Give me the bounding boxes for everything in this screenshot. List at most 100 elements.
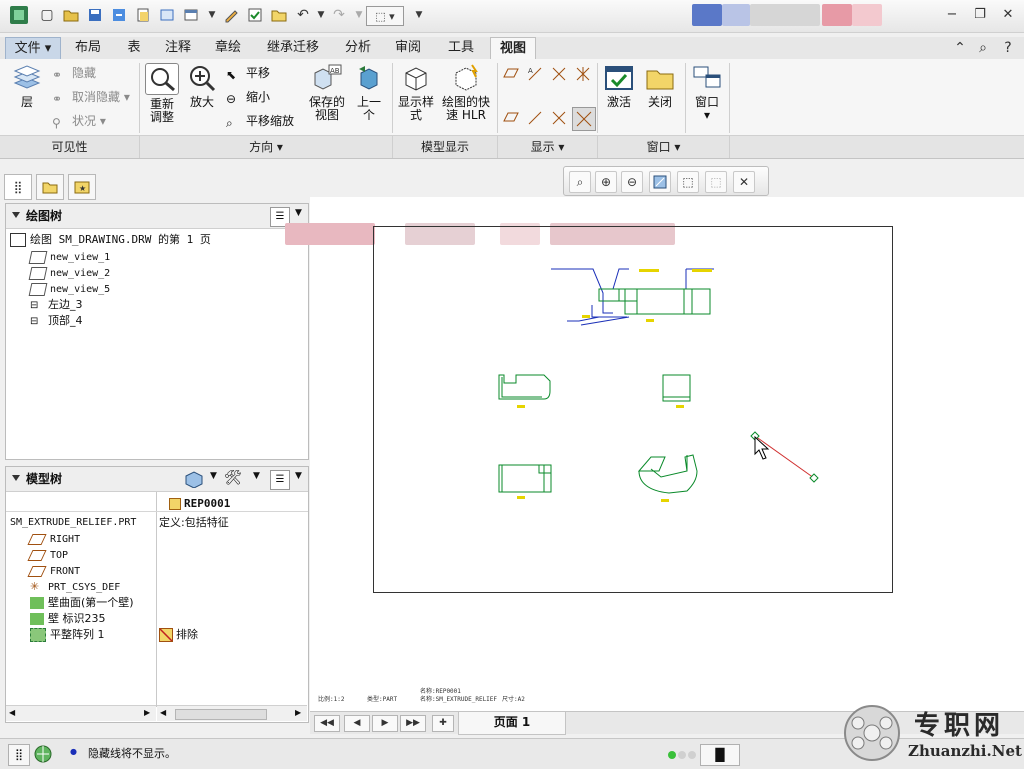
saved-views-icon[interactable]: ⬚ <box>705 171 727 193</box>
horizontal-scrollbar[interactable]: ◀ ▶ <box>157 705 307 721</box>
model-tree-item[interactable]: RIGHT <box>27 531 80 546</box>
tree-item-view[interactable]: new_view_1 <box>28 249 110 264</box>
tab-table[interactable]: 表 <box>114 37 154 59</box>
window-icon[interactable] <box>182 6 200 24</box>
model-tree-item[interactable]: 壁 标识235 <box>30 611 106 626</box>
clipboard-icon[interactable] <box>134 6 152 24</box>
horizontal-scrollbar[interactable]: ◀ ▶ <box>6 705 156 721</box>
regen-icon[interactable] <box>110 6 128 24</box>
save-icon[interactable] <box>86 6 104 24</box>
scroll-left-icon[interactable]: ◀ <box>9 708 15 717</box>
close-button[interactable]: ✕ <box>1000 7 1016 23</box>
model-tree-item[interactable]: TOP <box>27 547 68 562</box>
repaint-icon[interactable] <box>649 171 671 193</box>
switch-icon[interactable] <box>158 6 176 24</box>
check-icon[interactable] <box>246 6 264 24</box>
group-show-label[interactable]: 显示 ▾ <box>498 136 597 158</box>
csys-tag-icon[interactable] <box>572 107 596 131</box>
tab-legacy-migration[interactable]: 继承迁移 <box>256 37 330 59</box>
close-window-button[interactable]: 关闭 <box>642 63 678 109</box>
display-style-icon[interactable]: ⬚ <box>677 171 699 193</box>
tab-review[interactable]: 审阅 <box>386 37 430 59</box>
pan-button[interactable]: ⬉ 平移 <box>226 63 270 83</box>
model-tree-item[interactable]: FRONT <box>27 563 80 578</box>
chevron-down-icon[interactable]: ▼ <box>210 471 217 481</box>
pan-zoom-button[interactable]: ⌕ 平移缩放 <box>226 111 294 131</box>
undo-dropdown-icon[interactable]: ▼ <box>312 6 330 24</box>
open-icon[interactable] <box>62 6 80 24</box>
group-window-label[interactable]: 窗口 ▾ <box>598 136 729 158</box>
plane-display-icon[interactable] <box>502 65 520 83</box>
hide-button[interactable]: ⚭ 隐藏 <box>52 63 96 83</box>
tree-item-view[interactable]: new_view_2 <box>28 265 110 280</box>
refit-icon[interactable]: ⌕ <box>569 171 591 193</box>
group-orientation-label[interactable]: 方向 ▾ <box>140 136 392 158</box>
tools-icon[interactable]: 🛠 <box>224 470 244 488</box>
tab-analysis[interactable]: 分析 <box>336 37 380 59</box>
csys-display-icon[interactable] <box>574 65 592 83</box>
edit-icon[interactable] <box>222 6 240 24</box>
folder-browser-tab-icon[interactable] <box>36 174 64 200</box>
collapse-triangle-icon[interactable] <box>12 212 20 218</box>
tab-file[interactable]: 文件 ▾ <box>5 37 61 59</box>
fast-hlr-button[interactable]: 绘图的快 速 HLR <box>440 63 492 122</box>
drawing-canvas[interactable]: 比例:1:2 类型:PART 名称:REP0001 名称:SM_EXTRUDE_… <box>285 197 1024 711</box>
search-icon[interactable]: ⌕ <box>975 40 991 56</box>
zoom-in-icon[interactable]: ⊕ <box>595 171 617 193</box>
tree-item-view[interactable]: new_view_5 <box>28 281 110 296</box>
undo-icon[interactable]: ↶ <box>294 6 312 24</box>
select-box-icon[interactable]: ⬚ ▾ <box>366 6 404 26</box>
page-tab[interactable]: 页面 1 <box>458 712 566 735</box>
scroll-left-icon[interactable]: ◀ <box>160 708 166 717</box>
next-page-button[interactable]: ▶ <box>372 715 398 732</box>
point-tag-icon[interactable] <box>550 109 568 127</box>
point-display-icon[interactable] <box>550 65 568 83</box>
drawing-tree-root[interactable]: 绘图 SM_DRAWING.DRW 的第 1 页 <box>10 232 211 247</box>
window-button[interactable]: 窗口 ▾ <box>688 63 726 122</box>
unhide-button[interactable]: ⚭ 取消隐藏 ▾ <box>52 87 130 107</box>
collapse-triangle-icon[interactable] <box>12 475 20 481</box>
chevron-down-icon[interactable]: ▼ <box>295 471 302 481</box>
chevron-down-icon[interactable]: ▼ <box>295 208 302 218</box>
restore-button[interactable]: ❐ <box>972 7 988 23</box>
model-tree-item[interactable]: 壁曲面(第一个壁) <box>30 595 134 610</box>
redo-icon[interactable]: ↷ <box>330 6 348 24</box>
tab-view[interactable]: 视图 <box>490 37 536 61</box>
chevron-down-icon[interactable]: ▼ <box>253 471 260 481</box>
model-tree-item[interactable]: 平整阵列 1 <box>30 627 105 642</box>
tree-settings-icon[interactable]: ☰ <box>270 470 290 490</box>
favorites-tab-icon[interactable]: ★ <box>68 174 96 200</box>
model-tree-part[interactable]: SM_EXTRUDE_RELIEF.PRT <box>10 515 136 530</box>
scroll-thumb[interactable] <box>175 709 267 720</box>
browser-toggle-icon[interactable] <box>33 744 53 764</box>
zoom-in-button[interactable]: 放大 <box>184 63 220 109</box>
previous-page-button[interactable]: ◀ <box>344 715 370 732</box>
exclude-cell[interactable]: 排除 <box>159 627 198 642</box>
new-icon[interactable]: ▢ <box>38 6 56 24</box>
zoom-out-button[interactable]: ⊖ 缩小 <box>226 87 270 107</box>
help-icon[interactable]: ? <box>1000 40 1016 56</box>
minimize-button[interactable]: − <box>944 7 960 23</box>
axis-tag-icon[interactable] <box>526 109 544 127</box>
tab-tools[interactable]: 工具 <box>436 37 486 59</box>
filter-icon[interactable]: ▐▌ <box>700 744 740 766</box>
collapse-ribbon-icon[interactable]: ⌃ <box>952 40 968 56</box>
overflow-icon[interactable]: ▼ <box>410 6 428 24</box>
tree-tab-icon[interactable]: ⣿ <box>4 174 32 200</box>
tree-item-view[interactable]: ⊟ 顶部_4 <box>30 313 83 328</box>
previous-view-button[interactable]: 上一 个 <box>352 63 386 122</box>
column-header-rep[interactable]: REP0001 <box>169 496 230 512</box>
tree-item-view[interactable]: ⊟ 左边_3 <box>30 297 83 312</box>
status-button[interactable]: ⚲ 状况 ▾ <box>52 111 106 131</box>
tab-sketch[interactable]: 章绘 <box>206 37 250 59</box>
scroll-right-icon[interactable]: ▶ <box>295 708 301 717</box>
chevron-down-icon[interactable]: ▼ <box>203 6 221 24</box>
axis-display-icon[interactable]: A <box>526 65 544 83</box>
tab-annotate[interactable]: 注释 <box>156 37 200 59</box>
saved-views-button[interactable]: AB 保存的 视图 <box>306 63 348 122</box>
new-page-icon[interactable]: ✚ <box>432 715 454 732</box>
last-page-button[interactable]: ▶▶ <box>400 715 426 732</box>
refit-button[interactable]: 重新 调整 <box>144 63 180 124</box>
zoom-out-icon[interactable]: ⊖ <box>621 171 643 193</box>
first-page-button[interactable]: ◀◀ <box>314 715 340 732</box>
